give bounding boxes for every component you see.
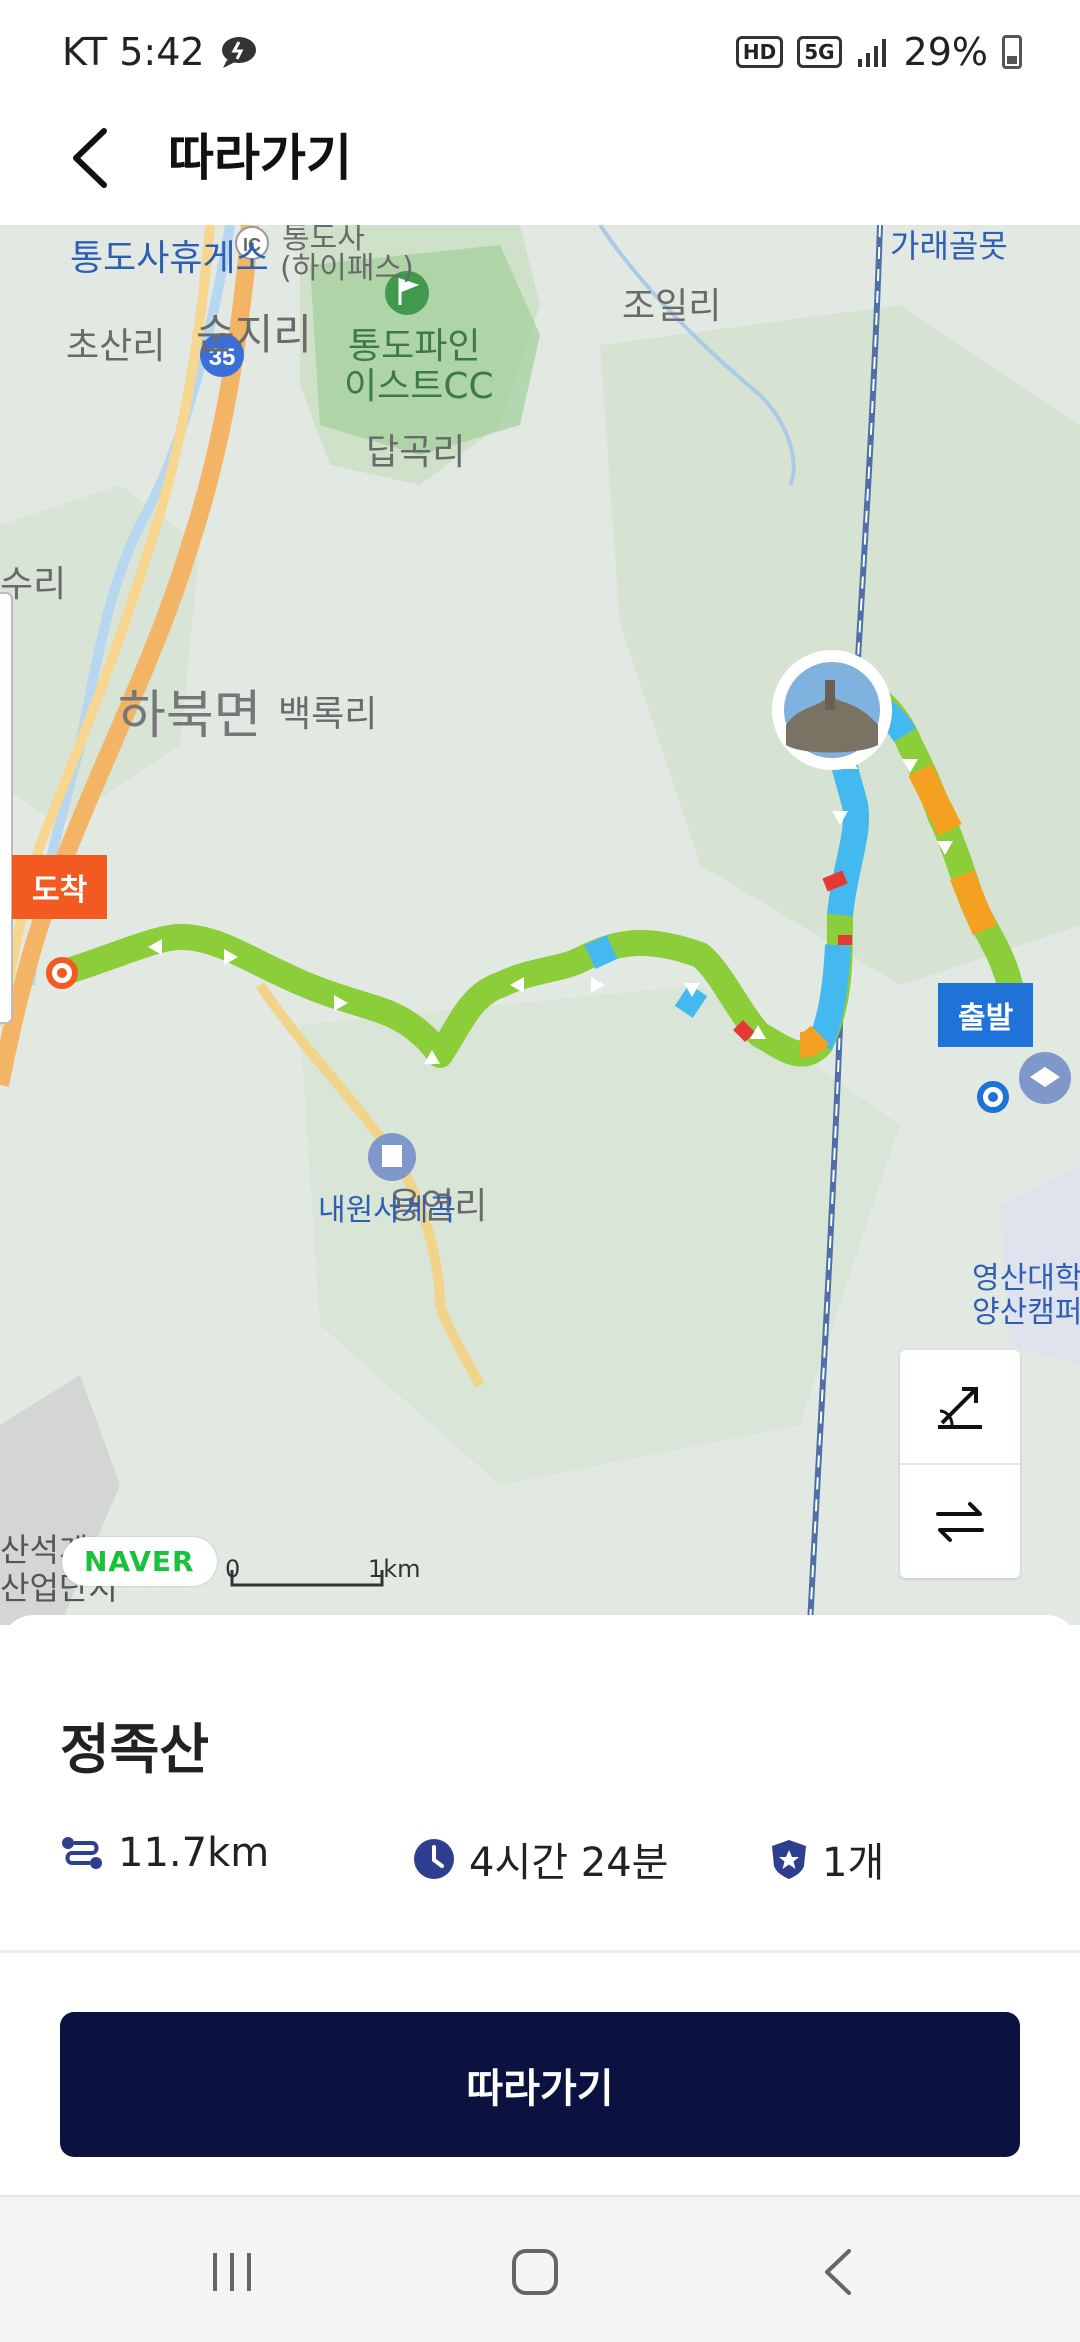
battery-text: 29% bbox=[903, 30, 988, 74]
back-button[interactable] bbox=[62, 123, 122, 193]
route-name: 정족산 bbox=[60, 1718, 210, 1781]
map-label-baekrok: 백록리 bbox=[278, 694, 378, 735]
battery-icon bbox=[1002, 35, 1022, 69]
map-label-rest-area: 통도사휴게소 bbox=[70, 238, 269, 279]
distance-value: 11.7km bbox=[118, 1830, 270, 1876]
map-tools bbox=[900, 1350, 1020, 1578]
map-label-yeongsan-2: 양산캠퍼 bbox=[972, 1295, 1080, 1330]
swap-button[interactable] bbox=[900, 1463, 1020, 1578]
chat-bubble-icon bbox=[221, 37, 256, 68]
back-icon bbox=[825, 2249, 851, 2295]
chevron-left-icon bbox=[73, 128, 107, 188]
map-label-suri: 수리 bbox=[0, 564, 67, 605]
badge-count: 1개 bbox=[822, 1840, 885, 1886]
follow-button[interactable]: 따라가기 bbox=[60, 2012, 1020, 2157]
map-label-habuk: 하북면 bbox=[118, 686, 262, 746]
map-label-tongdosa-hipass: (하이패스) bbox=[280, 251, 414, 286]
clock-icon bbox=[414, 1839, 454, 1879]
recent-apps-button[interactable] bbox=[202, 2242, 262, 2302]
end-marker[interactable]: 도착 bbox=[12, 855, 108, 919]
map-view[interactable]: 35 IC 통도사휴게소 통도사 (하이패스) 초산리 순지리 통도파인 이스트… bbox=[0, 225, 1080, 1625]
map-scale: 0 1km bbox=[225, 1555, 420, 1583]
distance-stat: 11.7km bbox=[60, 1830, 269, 1876]
status-bar: KT 5:42 HD 5G 29% bbox=[0, 0, 1080, 105]
app-bar: 따라가기 bbox=[0, 105, 1080, 225]
home-button[interactable] bbox=[505, 2242, 565, 2302]
badge-stat: 1개 bbox=[770, 1830, 884, 1888]
signal-icon bbox=[857, 39, 886, 67]
slope-button[interactable] bbox=[900, 1350, 1020, 1463]
duration-value: 4시간 24분 bbox=[469, 1840, 669, 1886]
swap-icon bbox=[936, 1501, 984, 1542]
system-back-button[interactable] bbox=[810, 2242, 870, 2302]
5g-badge: 5G bbox=[797, 36, 842, 68]
status-right: HD 5G 29% bbox=[735, 30, 1022, 74]
divider bbox=[0, 1950, 1080, 1953]
home-icon bbox=[512, 2249, 558, 2295]
recent-apps-icon bbox=[213, 2253, 251, 2291]
shield-star-icon bbox=[772, 1840, 806, 1879]
slope-icon bbox=[938, 1386, 982, 1429]
scale-end: 1km bbox=[367, 1555, 421, 1583]
hd-badge: HD bbox=[735, 36, 784, 68]
scale-start: 0 bbox=[225, 1555, 241, 1583]
map-label-sujiri: 순지리 bbox=[196, 310, 312, 359]
map-label-naewon-valley: 내원사계곡 bbox=[318, 1193, 456, 1228]
route-icon bbox=[62, 1837, 102, 1869]
route-info-sheet: 정족산 11.7km 4시간 24분 1개 따라가기 bbox=[0, 1615, 1080, 2195]
start-marker[interactable]: 출발 bbox=[938, 983, 1034, 1047]
duration-stat: 4시간 24분 bbox=[413, 1830, 668, 1888]
status-left: KT 5:42 bbox=[62, 30, 259, 74]
carrier-time: KT 5:42 bbox=[62, 30, 205, 74]
page-title: 따라가기 bbox=[168, 129, 352, 187]
system-nav-bar bbox=[0, 2195, 1080, 2342]
map-label-chosanri: 초산리 bbox=[66, 326, 166, 367]
naver-logo: NAVER bbox=[62, 1537, 217, 1586]
map-label-tongdo-pine-2: 이스트CC bbox=[344, 366, 494, 407]
map-label-joilri: 조일리 bbox=[622, 286, 722, 327]
map-label-garae: 가래골못 bbox=[890, 227, 1008, 265]
map-label-dapgokri: 답곡리 bbox=[366, 432, 466, 473]
